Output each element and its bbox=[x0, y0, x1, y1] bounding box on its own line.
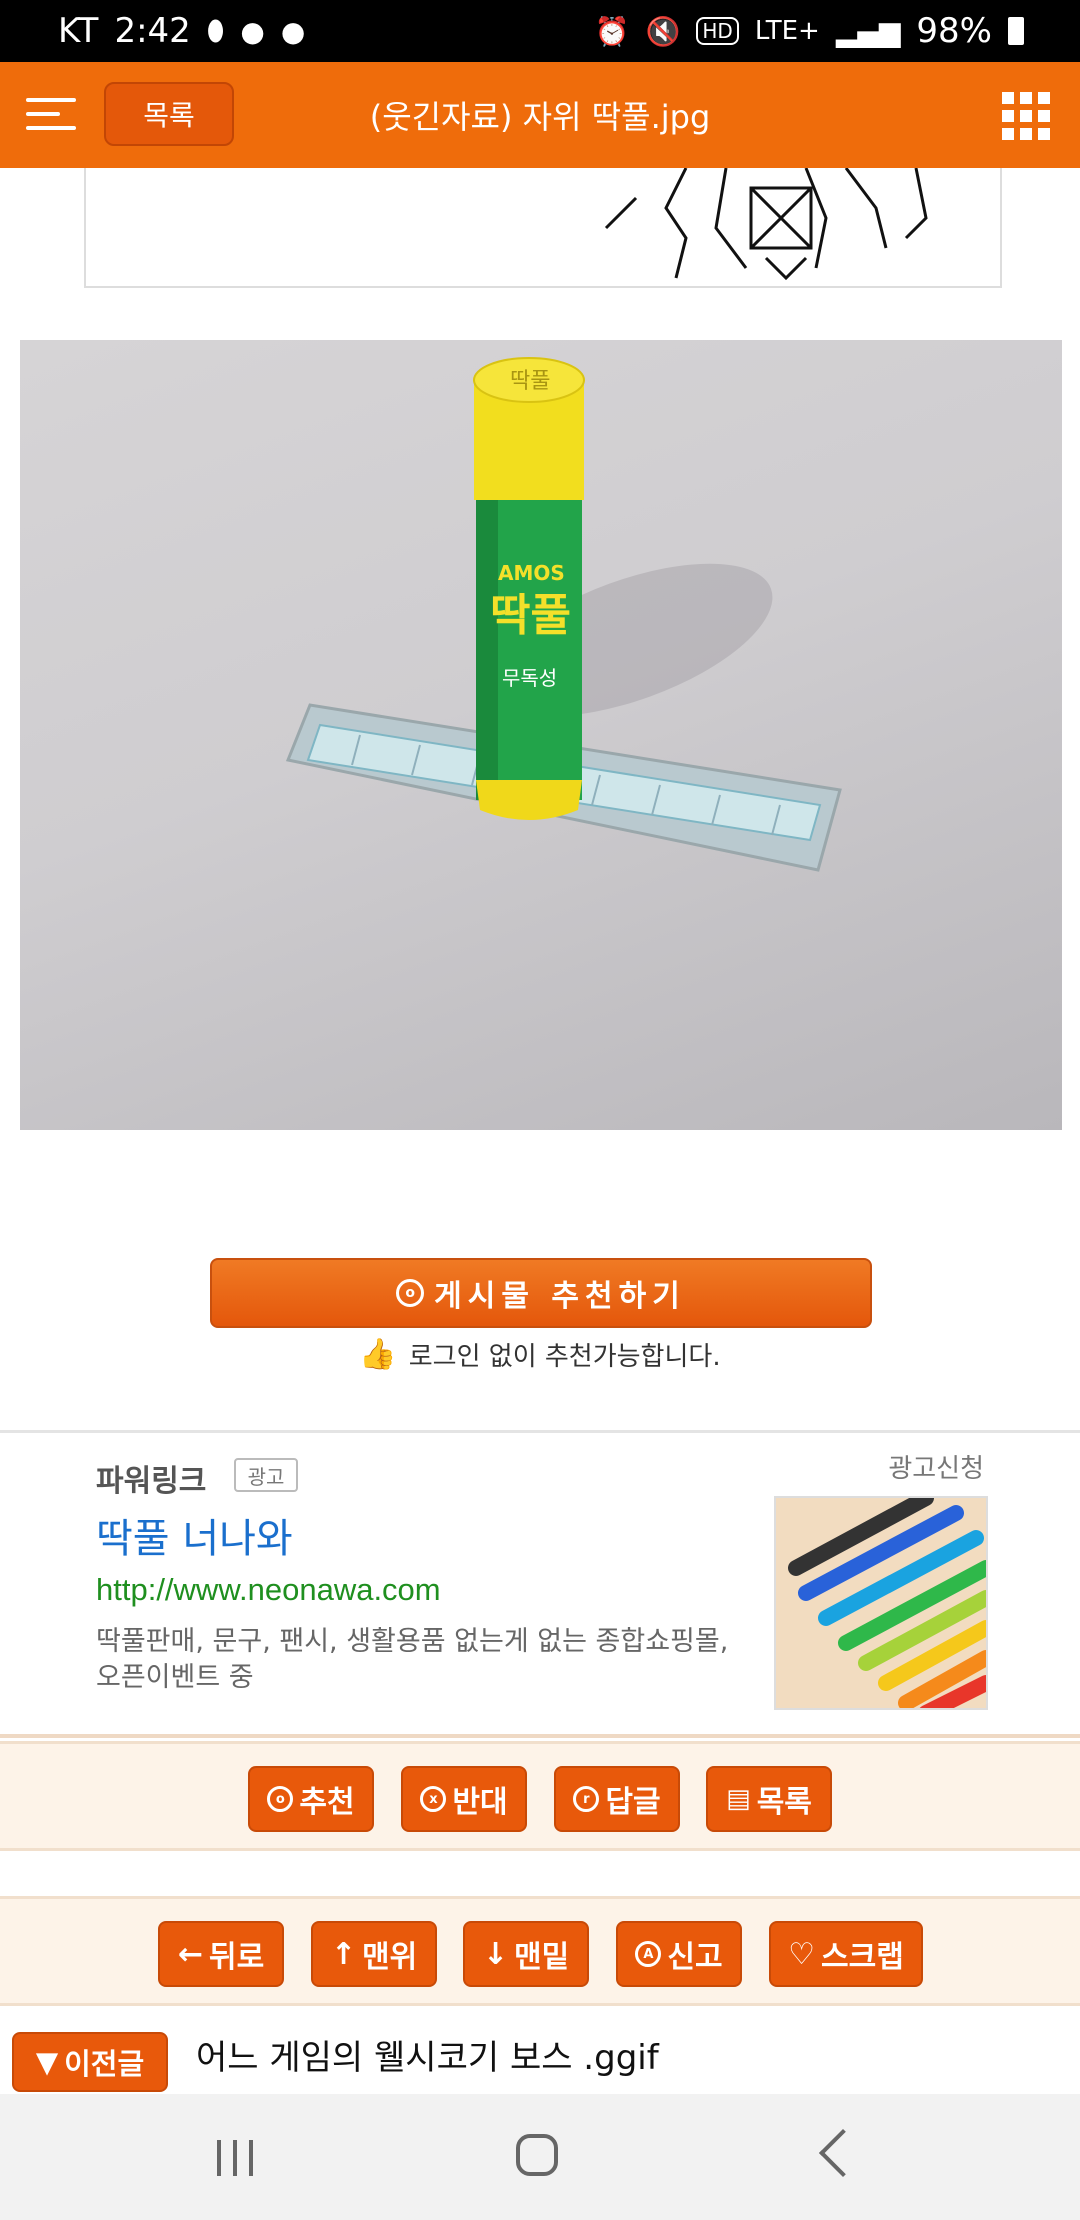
top-button[interactable]: ↑ 맨위 bbox=[311, 1921, 437, 1987]
recommend-post-button[interactable]: o 게시물 추천하기 bbox=[210, 1258, 872, 1328]
comic-image bbox=[84, 168, 1002, 288]
bottom-button[interactable]: ↓ 맨밑 bbox=[463, 1921, 589, 1987]
grid-menu-icon[interactable] bbox=[1002, 92, 1050, 140]
navigation-button-bar: ← 뒤로 ↑ 맨위 ↓ 맨밑 A 신고 ♡ 스크랩 bbox=[0, 1896, 1080, 2006]
ad-description: 딱풀판매, 문구, 팬시, 생활용품 없는게 없는 종합쇼핑몰, 오픈이벤트 중 bbox=[96, 1626, 729, 1693]
recommend-icon: o bbox=[267, 1786, 294, 1812]
list-label: 목록 bbox=[756, 1785, 812, 1820]
action-bar: o 추천 x 반대 r 답글 ▤ 목록 bbox=[0, 1741, 1080, 1851]
recommend-button-label: 게시물 추천하기 bbox=[434, 1279, 686, 1314]
arrow-left-icon: ← bbox=[177, 1936, 203, 1972]
report-icon: A bbox=[635, 1941, 662, 1967]
pill-icon: ⬮ bbox=[206, 14, 225, 47]
recommend-circle-icon: o bbox=[396, 1279, 425, 1307]
back-button[interactable]: ← 뒤로 bbox=[158, 1921, 284, 1987]
divider bbox=[0, 1430, 1080, 1433]
chat-icon: ● bbox=[240, 14, 265, 48]
post-photo: 딱풀 AMOS 딱풀 무독성 bbox=[20, 340, 1062, 1130]
glue-stick-photo: 딱풀 AMOS 딱풀 무독성 bbox=[285, 357, 842, 872]
network-label: LTE+ bbox=[754, 16, 820, 46]
heart-icon: ♡ bbox=[788, 1936, 816, 1972]
oppose-button[interactable]: x 반대 bbox=[401, 1766, 527, 1832]
battery-icon bbox=[1008, 17, 1024, 45]
battery-label: 98% bbox=[916, 11, 992, 51]
page-title: (웃긴자료) 자위 딱풀.jpg bbox=[369, 98, 711, 136]
signal-icon: ▂▄▆ bbox=[835, 14, 901, 48]
bottom-label: 맨밑 bbox=[513, 1940, 570, 1975]
system-nav-bar bbox=[0, 2094, 1080, 2220]
ad-title-link[interactable]: 딱풀 너나와 bbox=[96, 1506, 293, 1564]
chat-icon-2: ● bbox=[280, 14, 306, 48]
status-right: ⏰ 🔇 HD LTE+ ▂▄▆ 98% bbox=[595, 11, 1024, 51]
previous-post-row[interactable]: ▼ 이전글 어느 게임의 웰시코기 보스 .ggif bbox=[0, 2010, 1080, 2094]
alarm-icon: ⏰ bbox=[594, 14, 630, 48]
back-nav-icon[interactable] bbox=[818, 2128, 868, 2178]
scrap-button[interactable]: ♡ 스크랩 bbox=[769, 1921, 923, 1987]
home-icon[interactable] bbox=[516, 2134, 558, 2176]
list-button[interactable]: 목록 bbox=[104, 82, 234, 146]
recents-icon[interactable] bbox=[215, 2140, 255, 2176]
glue-cap-text: 딱풀 bbox=[510, 369, 550, 394]
ad-powerlink-label: 파워링크 bbox=[96, 1464, 207, 1499]
oppose-label: 반대 bbox=[452, 1785, 508, 1820]
recommend-button[interactable]: o 추천 bbox=[248, 1766, 374, 1832]
arrow-down-icon: ↓ bbox=[482, 1936, 508, 1972]
reply-button[interactable]: r 답글 bbox=[554, 1766, 680, 1832]
previous-label: 이전글 bbox=[64, 2047, 145, 2081]
glue-brand-text: AMOS bbox=[498, 561, 565, 585]
list-bottom-button[interactable]: ▤ 목록 bbox=[706, 1766, 832, 1832]
reply-icon: r bbox=[573, 1786, 600, 1812]
arrow-up-icon: ↑ bbox=[330, 1936, 356, 1972]
back-label: 뒤로 bbox=[208, 1940, 265, 1975]
reply-label: 답글 bbox=[605, 1785, 661, 1820]
report-button[interactable]: A 신고 bbox=[616, 1921, 742, 1987]
carrier-label: KT bbox=[58, 11, 99, 51]
triangle-down-icon: ▼ bbox=[35, 2045, 59, 2079]
glue-sub-text: 무독성 bbox=[502, 666, 557, 690]
powerlink-ad[interactable]: 파워링크 광고 광고신청 딱풀 너나와 http://www.neonawa.c… bbox=[0, 1434, 1080, 1734]
previous-post-button[interactable]: ▼ 이전글 bbox=[12, 2032, 168, 2092]
glue-label-text: 딱풀 bbox=[490, 590, 571, 641]
list-icon: ▤ bbox=[726, 1784, 751, 1814]
comic-drawing bbox=[604, 168, 928, 281]
ad-thumbnail[interactable] bbox=[774, 1496, 988, 1710]
app-header: 목록 (웃긴자료) 자위 딱풀.jpg bbox=[0, 62, 1080, 168]
previous-post-title[interactable]: 어느 게임의 웰시코기 보스 .ggif bbox=[196, 2030, 659, 2079]
mute-icon: 🔇 bbox=[645, 14, 681, 48]
status-bar: KT 2:42 ⬮ ● ● ⏰ 🔇 HD LTE+ ▂▄▆ 98% bbox=[0, 0, 1080, 62]
hd-badge: HD bbox=[696, 17, 739, 45]
ad-apply-link[interactable]: 광고신청 bbox=[888, 1448, 984, 1485]
report-label: 신고 bbox=[667, 1940, 723, 1975]
oppose-icon: x bbox=[420, 1786, 447, 1812]
menu-icon[interactable] bbox=[26, 98, 76, 132]
pens-image bbox=[788, 1498, 986, 1708]
thumbs-up-icon: 👍 bbox=[359, 1336, 397, 1372]
login-note-text: 로그인 없이 추천가능합니다. bbox=[408, 1341, 721, 1372]
ad-url-link[interactable]: http://www.neonawa.com bbox=[96, 1572, 441, 1608]
status-left: KT 2:42 ⬮ ● ● bbox=[58, 11, 305, 51]
recommend-label: 추천 bbox=[299, 1785, 355, 1820]
divider bbox=[0, 1734, 1080, 1738]
scrap-label: 스크랩 bbox=[821, 1940, 904, 1975]
time-label: 2:42 bbox=[114, 11, 191, 51]
login-note: 👍 로그인 없이 추천가능합니다. bbox=[0, 1336, 1080, 1372]
top-label: 맨위 bbox=[361, 1940, 418, 1975]
ad-badge: 광고 bbox=[234, 1458, 298, 1492]
